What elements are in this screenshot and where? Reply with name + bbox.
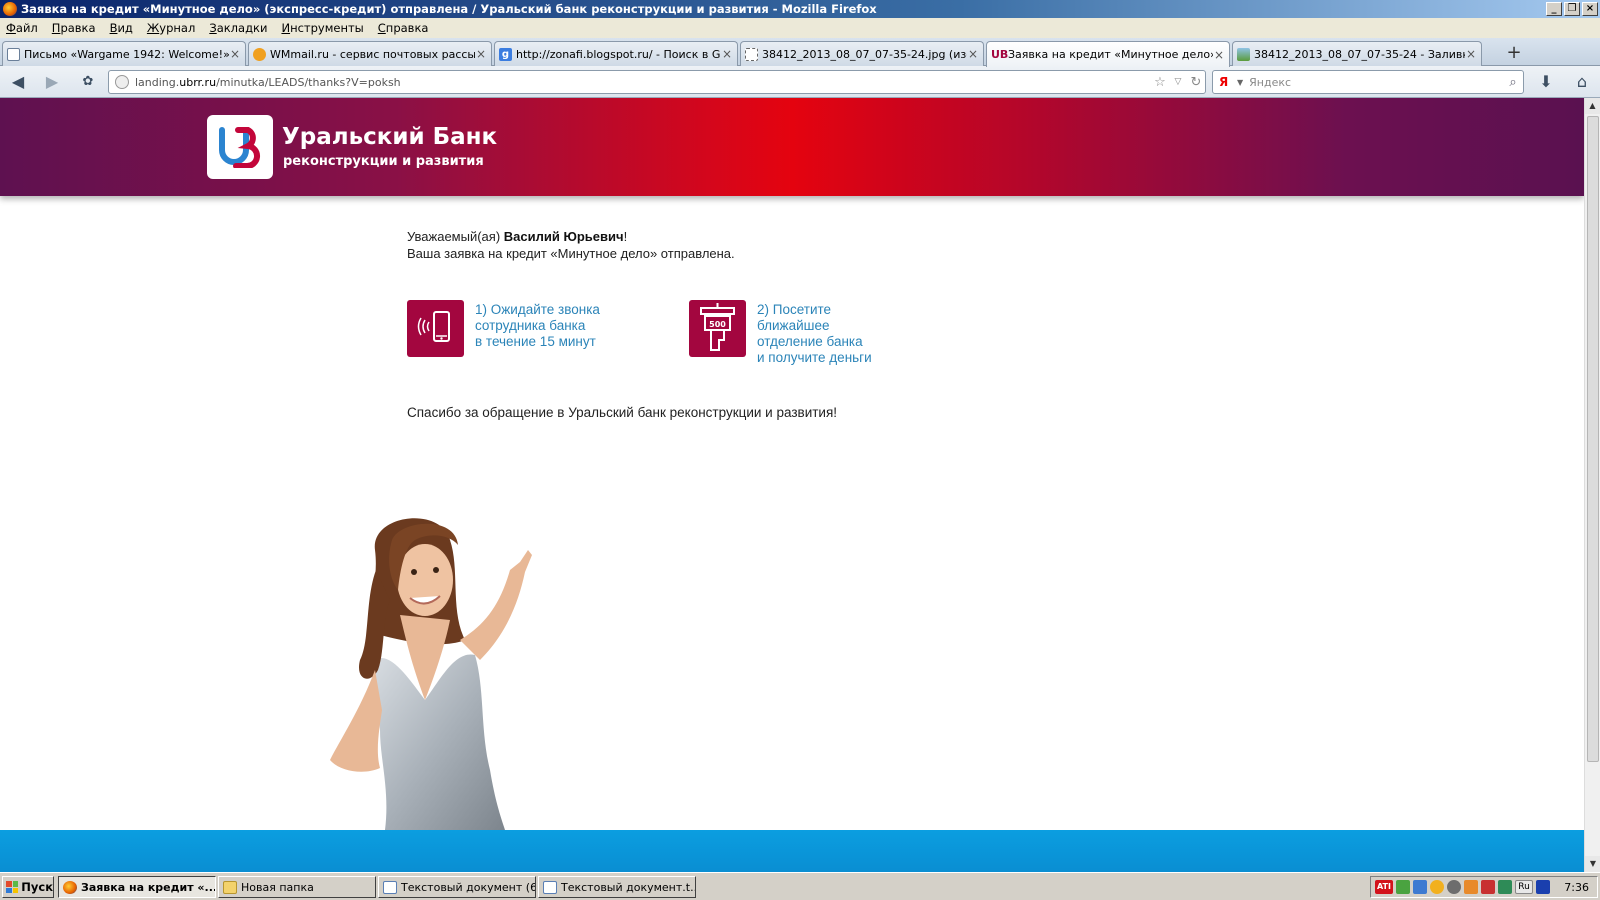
menu-file[interactable]: Файл (6, 21, 38, 35)
scroll-up-icon[interactable]: ▲ (1585, 98, 1600, 114)
notepad-icon (383, 880, 397, 894)
menu-view[interactable]: Вид (110, 21, 133, 35)
shield-icon[interactable] (1396, 880, 1410, 894)
step-visit-branch: 500 2) Посетите ближайшее отделение банк… (689, 300, 872, 366)
wmmail-icon (253, 47, 266, 61)
language-indicator[interactable]: Ru (1515, 880, 1533, 894)
atm-amount: 500 (709, 320, 726, 329)
customer-name: Василий Юрьевич (503, 229, 624, 244)
tab-google-search[interactable]: g http://zonafi.blogspot.ru/ - Поиск в G… (494, 41, 738, 66)
tab-wargame-mail[interactable]: Письмо «Wargame 1942: Welcome!» — ... × (2, 41, 246, 66)
windows-taskbar: Пуск Заявка на кредит «... Новая папка Т… (0, 872, 1600, 900)
scroll-down-icon[interactable]: ▼ (1585, 856, 1600, 872)
google-icon: g (499, 47, 512, 61)
window-titlebar[interactable]: Заявка на кредит «Минутное дело» (экспре… (0, 0, 1600, 18)
search-icon[interactable]: ⌕ (1503, 75, 1523, 90)
menu-tools[interactable]: Инструменты (281, 21, 363, 35)
header-banner: Уральский Банк реконструкции и развития (0, 98, 1584, 196)
tab-ubrr-credit[interactable]: UB Заявка на кредит «Минутное дело» (э..… (986, 41, 1230, 67)
clock[interactable]: 7:36 (1564, 881, 1589, 894)
step-2-text: 2) Посетите ближайшее отделение банка и … (757, 302, 872, 365)
bank-name: Уральский Банк (282, 124, 498, 150)
tab-close-icon[interactable]: × (475, 47, 487, 61)
tab-bar: Письмо «Wargame 1942: Welcome!» — ... × … (0, 38, 1600, 67)
tab-close-icon[interactable]: × (229, 47, 241, 61)
forward-arrow-icon[interactable]: ▶ (42, 72, 62, 92)
new-tab-button[interactable]: + (1502, 42, 1526, 64)
page-viewport: Уральский Банк реконструкции и развития … (0, 98, 1584, 872)
ubrr-icon: UB (991, 48, 1009, 61)
maximize-button[interactable]: ❐ (1564, 2, 1580, 16)
bank-subtitle: реконструкции и развития (283, 154, 484, 169)
messenger-icon[interactable] (1430, 880, 1444, 894)
notepad-icon (543, 880, 557, 894)
phone-call-icon (407, 300, 464, 357)
status-message: Ваша заявка на кредит «Минутное дело» от… (407, 246, 735, 261)
yandex-icon[interactable]: Я (1219, 75, 1233, 89)
scrollbar-thumb[interactable] (1587, 116, 1599, 762)
history-dropdown-icon[interactable]: ▽ (1169, 77, 1187, 87)
firefox-icon (63, 880, 77, 894)
search-bar[interactable]: Я ▼ Яндекс ⌕ (1212, 70, 1524, 94)
greeting-block: Уважаемый(ая) Василий Юрьевич! Ваша заяв… (407, 229, 735, 261)
window-title: Заявка на кредит «Минутное дело» (экспре… (21, 2, 877, 16)
site-identity-icon[interactable] (115, 75, 129, 89)
image-icon (745, 47, 758, 61)
thanks-message: Спасибо за обращение в Уральский банк ре… (407, 405, 838, 420)
tray-app-icon[interactable] (1464, 880, 1478, 894)
folder-icon (223, 880, 237, 894)
step-1-text: 1) Ожидайте звонка сотрудника банка в те… (475, 302, 600, 349)
tab-close-icon[interactable]: × (721, 47, 733, 61)
footer-band (0, 830, 1584, 872)
bookmark-star-icon[interactable]: ☆ (1151, 75, 1169, 90)
download-icon[interactable]: ⬇ (1536, 72, 1556, 92)
page-scrollbar[interactable]: ▲ ▼ (1584, 98, 1600, 872)
addon-icon[interactable]: ✿ (78, 72, 98, 92)
start-button[interactable]: Пуск (2, 876, 54, 898)
home-icon[interactable]: ⌂ (1572, 72, 1592, 92)
taskbar-text-document-2[interactable]: Текстовый документ.t... (538, 876, 696, 898)
url-text[interactable]: landing.ubrr.ru/minutka/LEADS/thanks?V=p… (135, 76, 1151, 89)
tab-close-icon[interactable]: × (1213, 48, 1225, 62)
ati-icon[interactable]: ATI (1375, 880, 1393, 894)
menu-history[interactable]: Журнал (147, 21, 195, 35)
taskbar-text-document-1[interactable]: Текстовый документ (6... (378, 876, 536, 898)
atm-cash-icon: 500 (689, 300, 746, 357)
menu-bookmarks[interactable]: Закладки (209, 21, 267, 35)
url-bar[interactable]: landing.ubrr.ru/minutka/LEADS/thanks?V=p… (108, 70, 1206, 94)
tray-app-icon[interactable] (1498, 880, 1512, 894)
step-wait-call: 1) Ожидайте звонка сотрудника банка в те… (407, 300, 600, 357)
network-icon[interactable] (1413, 880, 1427, 894)
taskbar-folder[interactable]: Новая папка (218, 876, 376, 898)
tab-close-icon[interactable]: × (1465, 47, 1477, 61)
chevron-down-icon[interactable]: ▼ (1237, 78, 1243, 87)
mail-icon (7, 47, 20, 61)
reload-icon[interactable]: ↻ (1187, 75, 1205, 90)
bank-logo[interactable] (207, 115, 273, 179)
ubrr-logo-icon (219, 127, 260, 168)
navigation-toolbar: ◀ ▶ ✿ landing.ubrr.ru/minutka/LEADS/than… (0, 66, 1600, 98)
windows-logo-icon (6, 881, 19, 893)
firefox-icon (3, 2, 17, 16)
menu-edit[interactable]: Правка (52, 21, 96, 35)
system-tray: ATI Ru 7:36 (1370, 876, 1598, 898)
tab-close-icon[interactable]: × (967, 47, 979, 61)
tab-image-upload[interactable]: 38412_2013_08_07_07-35-24 - Заливка... × (1232, 41, 1482, 66)
picture-icon (1237, 47, 1250, 61)
smiling-woman-illustration (330, 518, 532, 830)
update-icon[interactable] (1447, 880, 1461, 894)
search-input[interactable]: Яндекс (1249, 76, 1503, 89)
media-icon[interactable] (1536, 880, 1550, 894)
tab-image-jpg[interactable]: 38412_2013_08_07_07-35-24.jpg (изоб... × (740, 41, 984, 66)
tab-wmmail[interactable]: WMmail.ru - сервис почтовых рассылок... … (248, 41, 492, 66)
close-window-button[interactable]: × (1582, 2, 1598, 16)
taskbar-firefox[interactable]: Заявка на кредит «... (58, 876, 216, 898)
menu-help[interactable]: Справка (378, 21, 429, 35)
back-arrow-icon[interactable]: ◀ (8, 72, 28, 92)
menu-bar: Файл Правка Вид Журнал Закладки Инструме… (0, 18, 1600, 38)
tray-app-icon[interactable] (1481, 880, 1495, 894)
minimize-button[interactable]: _ (1546, 2, 1562, 16)
